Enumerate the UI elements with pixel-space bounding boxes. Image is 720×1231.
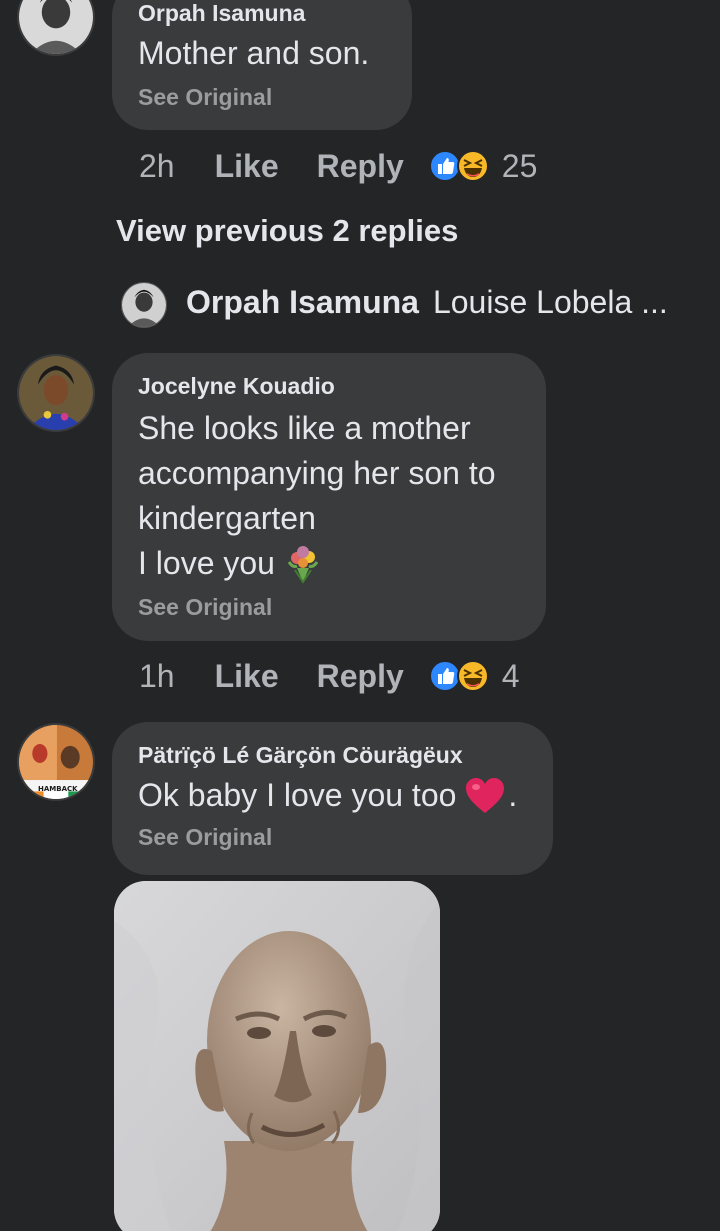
see-original-link[interactable]: See Original (138, 594, 520, 621)
red-heart-icon (466, 777, 505, 813)
reaction-count[interactable]: 4 (502, 658, 520, 695)
avatar-orpah[interactable] (17, 0, 95, 56)
bouquet-icon (287, 545, 319, 584)
avatar-jocelyne[interactable] (17, 354, 95, 432)
avatar-jocelyne-image (19, 356, 93, 430)
comment-text-line: Ok baby I love you too (138, 777, 457, 813)
comment-text-line: She looks like a mother (138, 410, 471, 446)
comment-attached-photo[interactable] (114, 881, 440, 1231)
view-previous-replies-link[interactable]: View previous 2 replies (116, 213, 458, 249)
sculpture-photo-image (114, 881, 440, 1231)
comment-text: Mother and son. (138, 35, 370, 71)
like-button[interactable]: Like (215, 658, 279, 695)
reactions-summary[interactable] (428, 659, 490, 693)
comment-trailing-period: . (508, 777, 518, 813)
haha-reaction-icon (456, 150, 489, 182)
reply-preview-text: Louise Lobela ... (432, 284, 668, 320)
comment-bubble-jocelyne[interactable]: Jocelyne Kouadio She looks like a mother… (112, 353, 546, 641)
comment-author[interactable]: Pätrïçö Lé Gärçön Cöurägëux (138, 742, 527, 769)
reply-button[interactable]: Reply (317, 148, 404, 185)
reactions-summary[interactable] (428, 149, 490, 183)
comment-text-line-with-emoji: I love you (138, 541, 520, 586)
reply-button[interactable]: Reply (317, 658, 404, 695)
comment-author[interactable]: Orpah Isamuna (138, 0, 386, 27)
comment-timestamp[interactable]: 1h (139, 658, 175, 695)
haha-reaction-icon (456, 660, 489, 692)
comment-text-line-with-emoji: Ok baby I love you too . (138, 773, 527, 818)
reply-preview-avatar[interactable] (121, 282, 167, 328)
see-original-link[interactable]: See Original (138, 84, 386, 111)
comment-bubble-patricio[interactable]: Pätrïçö Lé Gärçön Cöurägëux Ok baby I lo… (112, 722, 553, 875)
reaction-count[interactable]: 25 (502, 148, 538, 185)
avatar-patricio[interactable]: HAMBACK (17, 723, 95, 801)
comment-text-line: kindergarten (138, 500, 316, 536)
reply-preview[interactable]: Orpah Isamuna Louise Lobela ... (186, 284, 668, 321)
comment-bubble-orpah[interactable]: Orpah Isamuna Mother and son. See Origin… (112, 0, 412, 130)
comment-actions: 2h Like Reply 25 (139, 146, 537, 186)
comment-text-line: I love you (138, 545, 275, 581)
comment-timestamp[interactable]: 2h (139, 148, 175, 185)
comment-actions: 1h Like Reply 4 (139, 656, 520, 696)
like-button[interactable]: Like (215, 148, 279, 185)
avatar-caption: HAMBACK (38, 785, 78, 793)
avatar-orpah-image (19, 0, 93, 54)
reply-preview-author[interactable]: Orpah Isamuna (186, 284, 419, 320)
see-original-link[interactable]: See Original (138, 824, 527, 851)
comment-author[interactable]: Jocelyne Kouadio (138, 373, 520, 400)
comment-text-line: accompanying her son to (138, 455, 496, 491)
reply-avatar-image (122, 283, 166, 327)
